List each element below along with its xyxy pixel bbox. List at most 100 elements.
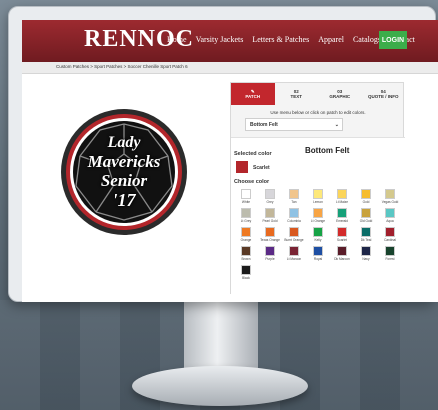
color-editor: Bottom Felt Selected color Scarlet Choos… <box>231 137 405 295</box>
color-swatch-chip[interactable] <box>265 246 275 256</box>
patch-preview[interactable]: Lady Mavericks Senior '17 <box>60 108 188 236</box>
color-swatch[interactable]: Lt Orange <box>307 208 329 223</box>
color-swatch-label: Orange <box>240 238 252 242</box>
color-swatch[interactable]: Gold <box>355 189 377 204</box>
color-swatch[interactable]: Vegas Gold <box>379 189 401 204</box>
color-swatch[interactable]: Emerald <box>331 208 353 223</box>
nav-catalogs[interactable]: Catalogs <box>353 35 381 44</box>
color-swatch-label: Navy <box>362 257 370 261</box>
color-swatch-label: Forest <box>385 257 395 261</box>
color-swatch[interactable]: Lemon <box>307 189 329 204</box>
monitor-bezel: RENNOC Home Varsity Jackets Letters & Pa… <box>8 6 438 302</box>
color-swatch-label: Tan <box>291 200 297 204</box>
color-swatch[interactable]: Grey <box>259 189 281 204</box>
color-swatch-label: Old Gold <box>359 219 373 223</box>
color-swatch-chip[interactable] <box>361 227 371 237</box>
patch-text[interactable]: Lady Mavericks Senior '17 <box>60 108 188 236</box>
color-swatch[interactable]: Dk Maroon <box>331 246 353 261</box>
tab-graphic[interactable]: 03 GRAPHIC <box>318 83 362 105</box>
color-swatch-chip[interactable] <box>265 189 275 199</box>
color-swatch-chip[interactable] <box>313 246 323 256</box>
color-swatch-chip[interactable] <box>289 208 299 218</box>
part-select[interactable]: Bottom Felt ⌄ <box>245 118 343 131</box>
color-swatch-chip[interactable] <box>385 246 395 256</box>
color-swatch-label: Lemon <box>313 200 323 204</box>
color-swatch-chip[interactable] <box>241 265 251 275</box>
color-swatch-chip[interactable] <box>337 208 347 218</box>
color-swatch[interactable]: Brown <box>235 246 257 261</box>
tab-text[interactable]: 02 TEXT <box>275 83 319 105</box>
color-swatch[interactable]: Black <box>235 265 257 280</box>
patch-text-line-1[interactable]: Lady <box>108 134 141 152</box>
step-tabs: ✎ PATCH 02 TEXT 03 GRAPHIC 04 QUOTE / IN… <box>231 83 405 105</box>
color-swatch-chip[interactable] <box>241 189 251 199</box>
color-swatch[interactable]: Lt Grey <box>235 208 257 223</box>
selected-color-label: Selected color <box>234 151 272 157</box>
color-swatch[interactable]: Orange <box>235 227 257 242</box>
color-swatch-label: Lt Grey <box>240 219 252 223</box>
color-swatch-label: Burnt Orange <box>284 238 304 242</box>
nav-letters-patches[interactable]: Letters & Patches <box>252 35 309 44</box>
customizer-panel: ✎ PATCH 02 TEXT 03 GRAPHIC 04 QUOTE / IN… <box>230 82 405 295</box>
color-swatch[interactable]: Aqua <box>379 208 401 223</box>
color-swatch[interactable]: Texas Orange <box>259 227 281 242</box>
color-swatch-chip[interactable] <box>265 227 275 237</box>
color-swatch-chip[interactable] <box>337 189 347 199</box>
selected-color-swatch <box>236 161 248 173</box>
color-swatch[interactable]: Dk Teal <box>355 227 377 242</box>
color-swatch-chip[interactable] <box>361 208 371 218</box>
color-swatch[interactable]: Lt Maize <box>331 189 353 204</box>
color-swatch-chip[interactable] <box>337 246 347 256</box>
patch-text-line-2[interactable]: Mavericks <box>88 152 161 171</box>
color-swatch-chip[interactable] <box>289 227 299 237</box>
color-swatch[interactable]: Cardinal <box>379 227 401 242</box>
color-swatch-label: Lt Maize <box>335 200 349 204</box>
tab-graphic-label: GRAPHIC <box>329 94 351 99</box>
color-swatch-chip[interactable] <box>361 246 371 256</box>
color-swatch[interactable]: Kelly <box>307 227 329 242</box>
patch-text-line-3[interactable]: Senior <box>101 171 147 190</box>
monitor-stand-neck <box>184 302 258 370</box>
color-swatch[interactable]: Forest <box>379 246 401 261</box>
tab-quote-info[interactable]: 04 QUOTE / INFO <box>362 83 406 105</box>
patch-text-line-4[interactable]: '17 <box>112 190 135 210</box>
color-swatch-chip[interactable] <box>265 208 275 218</box>
color-swatch[interactable]: Old Gold <box>355 208 377 223</box>
color-swatch-chip[interactable] <box>241 208 251 218</box>
color-swatch[interactable]: Burnt Orange <box>283 227 305 242</box>
color-swatch[interactable]: Tan <box>283 189 305 204</box>
monitor-stand-base <box>132 366 308 406</box>
tab-patch[interactable]: ✎ PATCH <box>231 83 275 105</box>
nav-varsity-jackets[interactable]: Varsity Jackets <box>196 35 244 44</box>
color-swatch[interactable]: Royal <box>307 246 329 261</box>
color-swatch[interactable]: Scarlet <box>331 227 353 242</box>
color-swatch[interactable]: Navy <box>355 246 377 261</box>
color-swatch-chip[interactable] <box>385 208 395 218</box>
nav-home[interactable]: Home <box>167 35 187 44</box>
color-swatch[interactable]: White <box>235 189 257 204</box>
selected-color-name: Scarlet <box>253 165 270 171</box>
color-swatch-chip[interactable] <box>313 189 323 199</box>
color-swatch-chip[interactable] <box>385 227 395 237</box>
color-swatch-chip[interactable] <box>289 189 299 199</box>
nav-apparel[interactable]: Apparel <box>318 35 344 44</box>
color-swatch-label: Lt Orange <box>310 219 326 223</box>
color-swatch-chip[interactable] <box>241 246 251 256</box>
color-swatch-label: Kelly <box>314 238 322 242</box>
color-swatch-chip[interactable] <box>313 227 323 237</box>
color-swatch-chip[interactable] <box>337 227 347 237</box>
color-swatch[interactable]: Columbia <box>283 208 305 223</box>
color-swatch[interactable]: Purple <box>259 246 281 261</box>
edit-hint: Use menu below or click on patch to edit… <box>270 110 366 115</box>
color-swatch-chip[interactable] <box>289 246 299 256</box>
color-swatch-label: Gold <box>362 200 370 204</box>
color-swatch-chip[interactable] <box>361 189 371 199</box>
color-swatch[interactable]: Pearl Gold <box>259 208 281 223</box>
color-swatch-chip[interactable] <box>241 227 251 237</box>
color-swatch-chip[interactable] <box>313 208 323 218</box>
main-nav: Home Varsity Jackets Letters & Patches A… <box>167 35 415 44</box>
color-swatch-chip[interactable] <box>385 189 395 199</box>
color-swatch[interactable]: Lt Maroon <box>283 246 305 261</box>
login-button[interactable]: LOGIN <box>379 31 407 49</box>
color-swatch-label: Scarlet <box>337 238 347 242</box>
